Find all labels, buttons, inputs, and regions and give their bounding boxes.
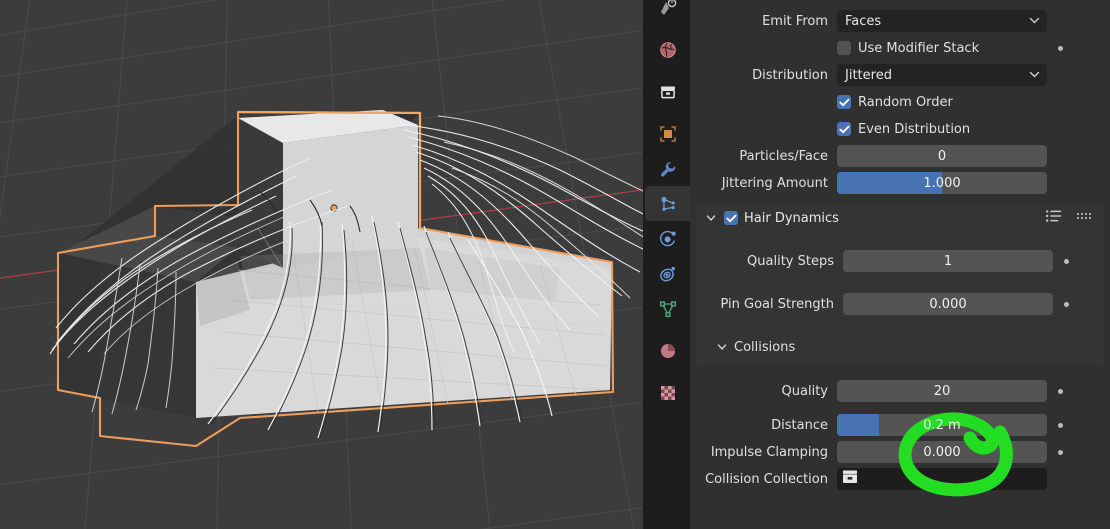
collision-collection-field[interactable] bbox=[837, 468, 1047, 490]
collision-collection-label: Collision Collection bbox=[705, 471, 828, 487]
emit-from-row[interactable]: Emit From Faces bbox=[690, 9, 1110, 33]
particles-per-face-label: Particles/Face bbox=[739, 148, 828, 164]
physics-icon bbox=[658, 229, 678, 249]
distribution-label: Distribution bbox=[752, 67, 828, 83]
hair-dynamics-title: Hair Dynamics bbox=[744, 210, 839, 226]
check-icon bbox=[838, 125, 849, 133]
jittering-amount-value: 1.000 bbox=[923, 175, 961, 191]
check-icon bbox=[838, 98, 849, 106]
texture-icon bbox=[658, 383, 678, 403]
tab-physics[interactable] bbox=[645, 221, 690, 256]
quality-steps-decorator[interactable] bbox=[1053, 258, 1080, 264]
use-modifier-stack-label: Use Modifier Stack bbox=[858, 40, 980, 56]
even-distribution-label: Even Distribution bbox=[858, 121, 971, 137]
distance-label: Distance bbox=[771, 417, 828, 433]
render-world-icon bbox=[658, 40, 678, 60]
tab-modifiers[interactable] bbox=[645, 151, 690, 186]
particles-icon bbox=[658, 194, 678, 214]
impulse-clamping-value: 0.000 bbox=[923, 444, 961, 460]
emit-from-value: Faces bbox=[845, 13, 882, 29]
emit-from-label: Emit From bbox=[762, 13, 828, 29]
quality-row[interactable]: Quality 20 bbox=[690, 379, 1110, 403]
presets-list-icon[interactable] bbox=[1045, 209, 1065, 227]
object-constraints-icon bbox=[658, 264, 678, 284]
tab-tool[interactable] bbox=[645, 0, 690, 25]
emit-from-dropdown[interactable]: Faces bbox=[837, 10, 1047, 32]
impulse-clamping-slider[interactable]: 0.000 bbox=[837, 441, 1047, 463]
disclosure-triangle-down-icon[interactable] bbox=[716, 341, 728, 353]
tab-material[interactable] bbox=[645, 333, 690, 368]
random-order-label: Random Order bbox=[858, 94, 953, 110]
object-data-mesh-icon bbox=[658, 299, 678, 319]
hair-dynamics-header[interactable]: Hair Dynamics bbox=[696, 205, 1104, 231]
jittering-amount-row[interactable]: Jittering Amount 1.000 bbox=[690, 171, 1110, 195]
distribution-dropdown[interactable]: Jittered bbox=[837, 64, 1047, 86]
viewport-render bbox=[0, 0, 645, 529]
distance-decorator[interactable] bbox=[1047, 422, 1074, 428]
object-icon bbox=[658, 124, 678, 144]
even-distribution-checkbox[interactable] bbox=[837, 122, 851, 136]
modifier-wrench-icon bbox=[658, 159, 678, 179]
use-modifier-stack-row[interactable]: Use Modifier Stack bbox=[690, 36, 1110, 60]
tab-texture[interactable] bbox=[645, 375, 690, 410]
distribution-value: Jittered bbox=[845, 67, 892, 83]
particles-per-face-value: 0 bbox=[937, 148, 947, 164]
properties-tab-rail[interactable] bbox=[645, 0, 690, 529]
3d-viewport[interactable] bbox=[0, 0, 645, 529]
properties-editor[interactable]: Emit From Faces Use Modifier Stack Distr… bbox=[690, 0, 1110, 529]
pin-goal-strength-label: Pin Goal Strength bbox=[720, 296, 834, 312]
tab-collection[interactable] bbox=[645, 74, 690, 109]
distance-slider[interactable]: 0.2 m bbox=[837, 414, 1047, 436]
tab-particles[interactable] bbox=[645, 186, 690, 221]
quality-steps-field[interactable]: 1 bbox=[843, 250, 1053, 272]
distribution-row[interactable]: Distribution Jittered bbox=[690, 63, 1110, 87]
distance-value: 0.2 m bbox=[923, 417, 961, 433]
grip-dots-icon[interactable] bbox=[1077, 211, 1094, 226]
impulse-clamping-decorator[interactable] bbox=[1047, 449, 1074, 455]
disclosure-triangle-down-icon[interactable] bbox=[705, 212, 717, 224]
use-modifier-stack-checkbox[interactable] bbox=[837, 41, 851, 55]
quality-decorator[interactable] bbox=[1047, 388, 1074, 394]
jittering-amount-slider[interactable]: 1.000 bbox=[837, 172, 1047, 194]
chevron-down-icon bbox=[1029, 68, 1040, 83]
use-modifier-stack-decorator[interactable] bbox=[1047, 45, 1074, 51]
quality-value: 20 bbox=[933, 383, 951, 399]
pin-goal-strength-slider[interactable]: 0.000 bbox=[843, 293, 1053, 315]
quality-field[interactable]: 20 bbox=[837, 380, 1047, 402]
tab-object-data[interactable] bbox=[645, 291, 690, 326]
even-distribution-row[interactable]: Even Distribution bbox=[690, 117, 1110, 141]
distance-row[interactable]: Distance 0.2 m bbox=[690, 413, 1110, 437]
pin-goal-strength-value: 0.000 bbox=[929, 296, 967, 312]
collisions-subpanel-header[interactable]: Collisions bbox=[696, 335, 1104, 359]
tool-icon bbox=[658, 0, 678, 18]
random-order-row[interactable]: Random Order bbox=[690, 90, 1110, 114]
particles-per-face-row[interactable]: Particles/Face 0 bbox=[690, 144, 1110, 168]
collisions-title: Collisions bbox=[734, 339, 796, 355]
hair-dynamics-checkbox[interactable] bbox=[724, 211, 738, 225]
pin-goal-strength-row[interactable]: Pin Goal Strength 0.000 bbox=[696, 292, 1104, 316]
collision-collection-row[interactable]: Collision Collection bbox=[690, 467, 1110, 491]
tab-object[interactable] bbox=[645, 116, 690, 151]
tab-object-constraints[interactable] bbox=[645, 256, 690, 291]
material-icon bbox=[658, 341, 678, 361]
quality-label: Quality bbox=[781, 383, 828, 399]
chevron-down-icon bbox=[1029, 14, 1040, 29]
collection-icon bbox=[658, 82, 678, 102]
quality-steps-row[interactable]: Quality Steps 1 bbox=[696, 249, 1104, 273]
quality-steps-label: Quality Steps bbox=[747, 253, 834, 269]
hair-dynamics-panel[interactable]: Hair Dynamics Quality Steps 1 Pin Goal S… bbox=[696, 205, 1104, 366]
tab-render-world[interactable] bbox=[645, 32, 690, 67]
quality-steps-value: 1 bbox=[943, 253, 953, 269]
collisions-content: Quality 20 Distance 0.2 m Impulse Clampi… bbox=[690, 379, 1110, 491]
impulse-clamping-label: Impulse Clamping bbox=[710, 444, 828, 460]
jittering-amount-label: Jittering Amount bbox=[721, 175, 828, 191]
random-order-checkbox[interactable] bbox=[837, 95, 851, 109]
collection-box-icon[interactable] bbox=[840, 468, 860, 490]
impulse-clamping-row[interactable]: Impulse Clamping 0.000 bbox=[690, 440, 1110, 464]
pin-goal-strength-decorator[interactable] bbox=[1053, 301, 1080, 307]
particles-per-face-field[interactable]: 0 bbox=[837, 145, 1047, 167]
check-icon bbox=[725, 214, 736, 222]
